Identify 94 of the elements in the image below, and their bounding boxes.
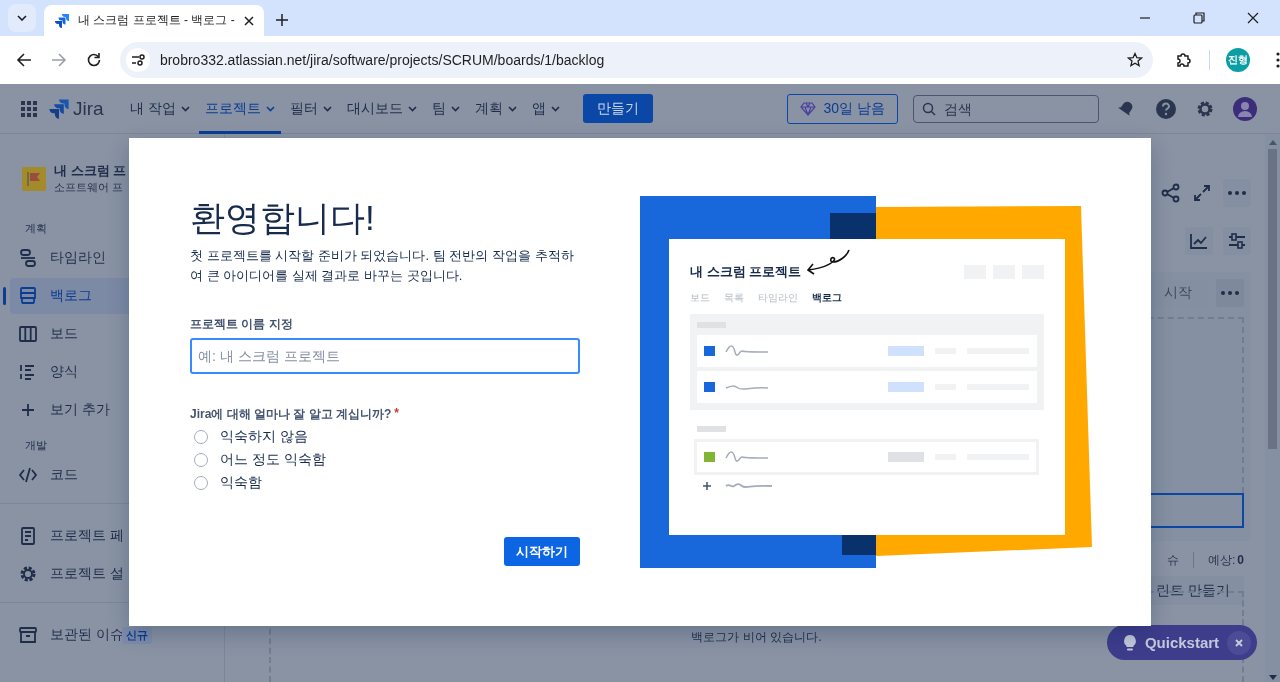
nav-menu[interactable]: 필터 — [283, 83, 338, 134]
lightbulb-icon — [1123, 633, 1137, 652]
chart-icon — [1190, 233, 1208, 249]
nav-menu[interactable]: 앱 — [525, 83, 566, 134]
restore-icon[interactable] — [1193, 12, 1205, 24]
estimate-value: 0 — [1237, 553, 1244, 567]
illustration-title: 내 스크럼 프로젝트 — [690, 263, 802, 281]
board-icon — [18, 324, 38, 344]
sidebar-item[interactable]: 보관된 이슈 신규 — [10, 617, 224, 653]
view-settings-button[interactable] — [1223, 227, 1251, 255]
jira-logo-icon[interactable] — [48, 97, 70, 120]
chevron-down-icon — [450, 105, 460, 112]
illustration-tab-label: 보드 — [690, 291, 710, 305]
code-icon — [18, 465, 38, 485]
field-label: 프로젝트 이름 지정 — [190, 316, 294, 333]
timeline-icon — [18, 248, 38, 268]
more-button[interactable] — [1223, 179, 1251, 207]
trial-button[interactable]: 30일 남음 — [786, 93, 898, 124]
question-label: Jira에 대해 얼마나 잘 알고 계십니까? — [190, 406, 392, 423]
nav-menu[interactable]: 팀 — [425, 83, 466, 134]
create-button[interactable]: 만들기 — [582, 94, 653, 123]
section-heading: 계획 — [24, 221, 48, 236]
site-settings-icon[interactable] — [125, 48, 150, 72]
illustration-tab-label: 타임라인 — [758, 291, 798, 305]
address-field[interactable]: brobro332.atlassian.net/jira/software/projects/SCRUM/boards/1/backlog — [119, 42, 1154, 78]
backlog-icon — [18, 286, 38, 306]
nav-menu[interactable]: 프로젝트 — [198, 83, 281, 134]
close-icon[interactable] — [244, 15, 254, 26]
close-button[interactable] — [1227, 630, 1251, 655]
project-type: 소프트웨어 프 — [54, 180, 125, 195]
section-heading: 개발 — [24, 438, 48, 453]
quickstart-button[interactable]: Quickstart — [1107, 625, 1257, 660]
search-icon — [922, 101, 936, 116]
scroll-up-icon[interactable] — [1268, 140, 1277, 145]
sidebar-item[interactable]: 프로젝트 페 — [10, 518, 224, 554]
more-icon — [1228, 191, 1246, 195]
archive-icon — [18, 625, 38, 645]
start-button[interactable]: 시작하기 — [504, 537, 580, 566]
back-icon[interactable] — [16, 52, 32, 68]
new-tab-icon[interactable] — [276, 14, 288, 26]
chevron-down-icon — [17, 15, 27, 21]
chevron-down-icon — [407, 105, 417, 112]
project-flag-icon — [22, 166, 46, 191]
more-button[interactable] — [1216, 279, 1244, 307]
project-name[interactable]: 내 스크럼 프 — [54, 162, 127, 180]
settings-icon — [18, 564, 38, 584]
bookmark-star-icon[interactable] — [1127, 52, 1144, 68]
account-avatar-icon[interactable] — [1233, 96, 1257, 121]
page-icon — [18, 526, 38, 546]
expand-icon[interactable] — [1193, 184, 1211, 202]
scrollbar[interactable] — [1265, 134, 1280, 682]
nav-menu[interactable]: 내 작업 — [123, 83, 196, 134]
help-icon[interactable] — [1155, 97, 1177, 120]
required-mark: * — [394, 406, 400, 422]
close-icon[interactable] — [1247, 12, 1259, 24]
option-label[interactable]: 익숙함 — [220, 473, 262, 492]
tab-list-button[interactable] — [8, 4, 36, 32]
dialog-title: 환영합니다! — [190, 197, 376, 239]
nav-menu[interactable]: 계획 — [468, 83, 523, 134]
illustration-tab-label: 목록 — [724, 291, 744, 305]
chevron-down-icon — [265, 105, 275, 112]
project-name-field[interactable]: 예: 내 스크럼 프로젝트 — [190, 338, 580, 374]
scrollbar-thumb[interactable] — [1268, 149, 1277, 449]
chevron-down-icon — [507, 105, 517, 112]
nav-menu[interactable]: 대시보드 — [340, 83, 423, 134]
jira-wordmark[interactable]: Jira — [73, 97, 104, 120]
sidebar-item[interactable]: 프로젝트 설 — [10, 556, 224, 592]
chevron-down-icon — [180, 105, 190, 112]
chevron-down-icon — [322, 105, 332, 112]
diamond-icon — [799, 101, 816, 116]
reload-icon[interactable] — [85, 52, 102, 68]
app-switcher-icon[interactable] — [21, 100, 37, 117]
search-field[interactable]: 검색 — [913, 94, 1099, 123]
empty-backlog-message: 백로그가 비어 있습니다. — [691, 629, 822, 646]
insights-button[interactable] — [1185, 227, 1213, 255]
tab-title: 내 스크럼 프로젝트 - 백로그 - — [78, 12, 236, 29]
scroll-down-icon[interactable] — [1268, 675, 1277, 680]
option-label[interactable]: 익숙하지 않음 — [220, 427, 308, 446]
estimate-label: 예상: — [1207, 551, 1236, 569]
illustration-tab-label: 백로그 — [812, 291, 842, 305]
share-icon[interactable] — [1161, 183, 1181, 203]
close-icon — [1235, 638, 1244, 647]
issue-count: 슈 — [1166, 551, 1179, 569]
forward-icon[interactable] — [50, 52, 67, 68]
new-badge: 신규 — [121, 626, 152, 644]
chevron-down-icon — [550, 105, 560, 112]
jira-logo-icon — [54, 12, 70, 29]
option-label[interactable]: 어느 정도 익숙함 — [220, 450, 326, 469]
extensions-icon[interactable] — [1175, 51, 1194, 69]
more-icon — [1221, 291, 1239, 295]
browser-tab[interactable]: 내 스크럼 프로젝트 - 백로그 - — [44, 5, 264, 36]
sliders-icon — [1228, 233, 1246, 249]
profile-avatar[interactable]: 진형 — [1226, 48, 1250, 72]
more-icon[interactable] — [1276, 52, 1280, 68]
